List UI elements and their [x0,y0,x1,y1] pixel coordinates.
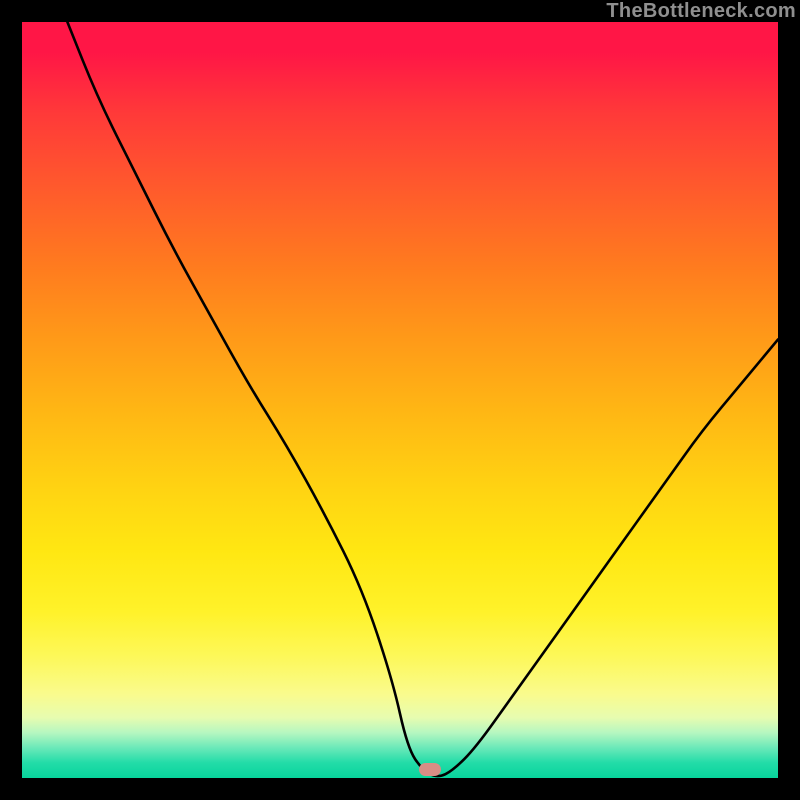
valley-marker [419,763,441,776]
chart-container: TheBottleneck.com [0,0,800,800]
plot-area [22,22,778,778]
bottleneck-curve [22,22,778,778]
watermark-text: TheBottleneck.com [606,0,796,23]
